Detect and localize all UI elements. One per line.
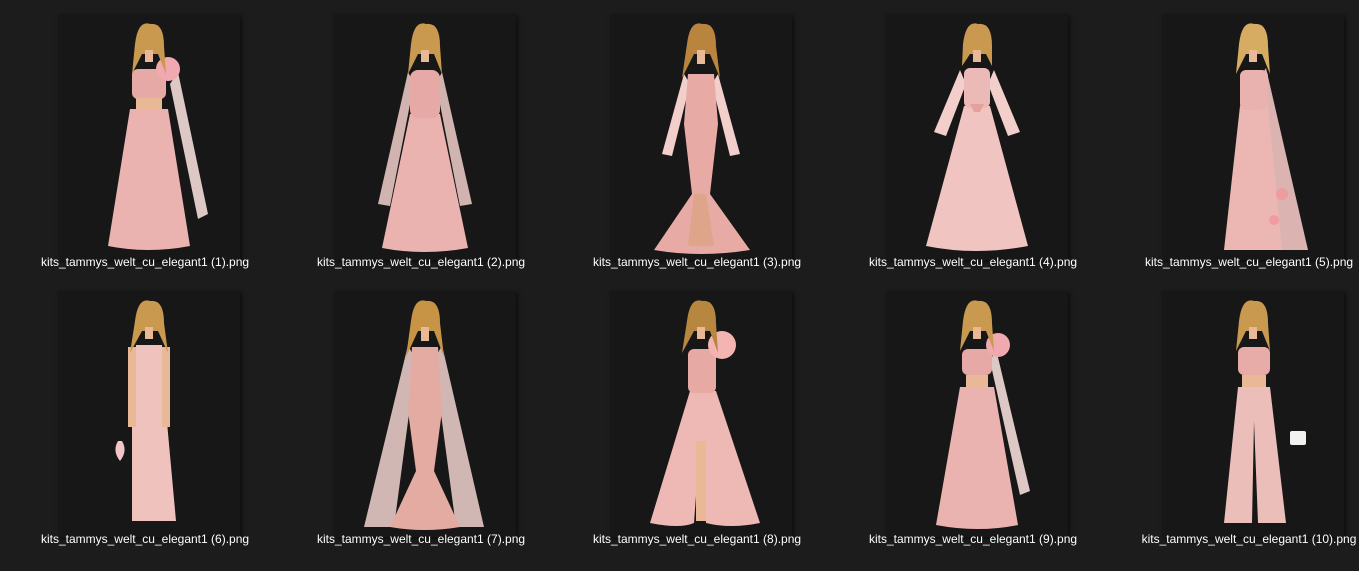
file-item[interactable]: kits_tammys_welt_cu_elegant1 (10).png xyxy=(1104,277,1359,549)
file-item[interactable]: kits_tammys_welt_cu_elegant1 (7).png xyxy=(276,277,536,549)
thumbnail[interactable] xyxy=(58,14,240,260)
file-name: kits_tammys_welt_cu_elegant1 (9).png xyxy=(868,532,1078,546)
thumbnail[interactable] xyxy=(334,291,516,537)
file-grid: kits_tammys_welt_cu_elegant1 (1).png kit… xyxy=(0,0,1359,571)
file-name: kits_tammys_welt_cu_elegant1 (4).png xyxy=(868,255,1078,269)
file-name: kits_tammys_welt_cu_elegant1 (6).png xyxy=(40,532,250,546)
pink-gown-cape-sleeves-icon xyxy=(378,23,472,252)
file-item[interactable]: kits_tammys_welt_cu_elegant1 (2).png xyxy=(276,0,536,272)
thumbnail[interactable] xyxy=(58,291,240,537)
pink-column-dress-icon xyxy=(115,300,176,521)
pink-crop-top-skirt-icon xyxy=(936,300,1030,529)
file-name: kits_tammys_welt_cu_elegant1 (5).png xyxy=(1144,255,1354,269)
file-item[interactable]: kits_tammys_welt_cu_elegant1 (4).png xyxy=(828,0,1088,272)
file-item[interactable]: kits_tammys_welt_cu_elegant1 (3).png xyxy=(552,0,812,272)
thumbnail[interactable] xyxy=(334,14,516,260)
pink-palazzo-set-icon xyxy=(1224,300,1306,523)
pink-slit-gown-icon xyxy=(650,300,760,526)
file-item[interactable]: kits_tammys_welt_cu_elegant1 (9).png xyxy=(828,277,1088,549)
thumbnail[interactable] xyxy=(1162,14,1344,260)
file-item[interactable]: kits_tammys_welt_cu_elegant1 (5).png xyxy=(1104,0,1359,272)
pink-bow-gown-icon xyxy=(926,23,1028,251)
thumbnail[interactable] xyxy=(886,291,1068,537)
pink-gown-rose-cape-icon xyxy=(108,23,208,250)
file-item[interactable]: kits_tammys_welt_cu_elegant1 (6).png xyxy=(0,277,260,549)
file-name: kits_tammys_welt_cu_elegant1 (2).png xyxy=(316,255,526,269)
thumbnail[interactable] xyxy=(1162,291,1344,537)
file-name: kits_tammys_welt_cu_elegant1 (7).png xyxy=(316,532,526,546)
file-name: kits_tammys_welt_cu_elegant1 (10).png xyxy=(1141,532,1357,546)
file-name: kits_tammys_welt_cu_elegant1 (3).png xyxy=(592,255,802,269)
thumbnail[interactable] xyxy=(610,291,792,537)
pink-saree-gown-icon xyxy=(1224,23,1308,250)
file-item[interactable]: kits_tammys_welt_cu_elegant1 (8).png xyxy=(552,277,812,549)
file-item[interactable]: kits_tammys_welt_cu_elegant1 (1).png xyxy=(0,0,260,272)
file-name: kits_tammys_welt_cu_elegant1 (8).png xyxy=(592,532,802,546)
file-name: kits_tammys_welt_cu_elegant1 (1).png xyxy=(40,255,250,269)
thumbnail[interactable] xyxy=(886,14,1068,260)
pink-mermaid-gown-icon xyxy=(654,23,750,254)
pink-sequin-mermaid-gown-icon xyxy=(364,300,484,530)
thumbnail[interactable] xyxy=(610,14,792,260)
